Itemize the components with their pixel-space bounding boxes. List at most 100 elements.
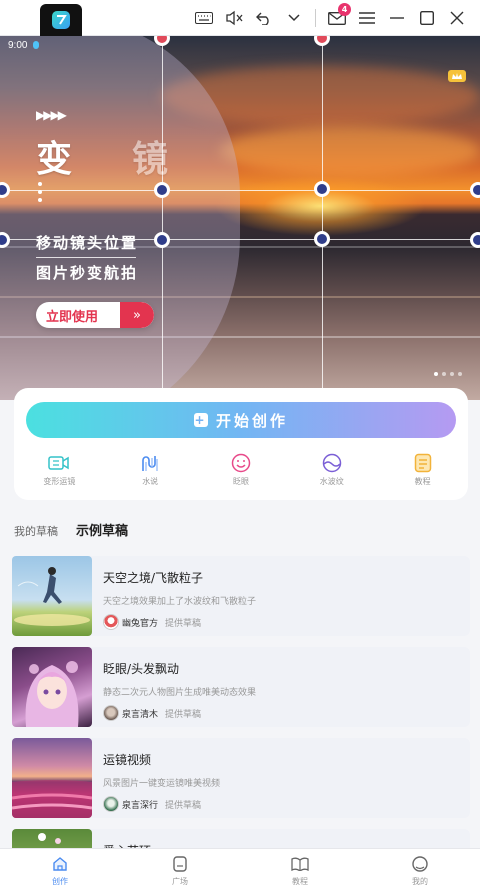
start-create-label: 开始创作: [215, 411, 288, 430]
nav-label: 教程: [292, 877, 308, 886]
create-card: + 开始创作 变形运镜 水说 眨眼 水波纹 教程: [14, 388, 468, 500]
water-wave-icon: [139, 452, 161, 474]
app-logo-icon: [52, 11, 70, 29]
mail-icon[interactable]: 4: [322, 0, 352, 36]
banner-title-char: 变: [36, 139, 133, 180]
square-icon: [171, 855, 189, 873]
tool-blink[interactable]: 眨眼: [196, 452, 287, 492]
status-time: 9:00: [8, 39, 28, 51]
banner-pager: [434, 372, 462, 376]
draft-author: 幽兔官方 提供草稿: [103, 614, 256, 630]
draft-card[interactable]: 眨眼/头发飘动 静态二次元人物图片生成唯美动态效果 泉言清木 提供草稿: [12, 647, 470, 727]
nav-profile[interactable]: 我的: [360, 849, 480, 890]
grid-line: [0, 190, 480, 191]
banner-divider: [36, 257, 136, 258]
avatar: [103, 796, 119, 812]
banner-title: 变镜: [36, 130, 228, 182]
grid-node: [470, 182, 480, 198]
tool-tutorial[interactable]: 教程: [377, 452, 468, 492]
bottom-nav: 创作 广场 教程 我的: [0, 848, 480, 890]
vip-crown-icon[interactable]: [448, 70, 466, 82]
use-now-button[interactable]: 立即使用 »: [36, 302, 154, 328]
plus-icon: +: [193, 413, 208, 427]
start-create-button[interactable]: + 开始创作: [26, 402, 456, 438]
mail-badge: 4: [338, 3, 351, 16]
banner-overlay-shape: [0, 36, 240, 400]
status-bar: 9:00: [0, 36, 480, 54]
tool-row: 变形运镜 水说 眨眼 水波纹 教程: [14, 452, 468, 492]
chevron-down-icon[interactable]: [279, 0, 309, 36]
pager-dot: [450, 372, 454, 376]
tool-label: 水说: [142, 477, 159, 486]
banner-dots: [38, 182, 42, 202]
double-arrow-icon: »: [120, 302, 154, 328]
undo-icon[interactable]: [249, 0, 279, 36]
tool-water[interactable]: 水说: [105, 452, 196, 492]
author-name: 泉言清木: [122, 709, 159, 720]
nav-label: 创作: [52, 877, 68, 886]
author-note: 提供草稿: [165, 800, 202, 811]
maximize-icon[interactable]: [412, 0, 442, 36]
app-tab[interactable]: [40, 4, 82, 36]
tool-label: 水波纹: [319, 477, 344, 486]
grid-node: [314, 231, 330, 247]
book-icon: [291, 855, 309, 873]
camera-move-icon: [48, 452, 70, 474]
minimize-icon[interactable]: [382, 0, 412, 36]
draft-card[interactable]: 运镜视频 风景图片一键变运镜唯美视频 泉言深行 提供草稿: [12, 738, 470, 818]
tool-label: 变形运镜: [43, 477, 76, 486]
avatar: [103, 705, 119, 721]
grid-node: [314, 181, 330, 197]
author-note: 提供草稿: [165, 709, 202, 720]
tab-example-drafts[interactable]: 示例草稿: [76, 520, 128, 539]
close-icon[interactable]: [442, 0, 472, 36]
smile-icon: [230, 452, 252, 474]
avatar: [103, 614, 119, 630]
keyboard-icon[interactable]: [189, 0, 219, 36]
nav-square[interactable]: 广场: [120, 849, 240, 890]
grid-node: [154, 232, 170, 248]
tutorial-icon: [412, 452, 434, 474]
grid-node: [154, 182, 170, 198]
banner-line-1: 移动镜头位置: [36, 234, 139, 252]
banner-title-char: 镜: [132, 139, 229, 180]
author-name: 幽兔官方: [122, 618, 159, 629]
nav-label: 广场: [172, 877, 188, 886]
draft-thumbnail: [12, 556, 92, 636]
grid-line: [162, 36, 163, 400]
draft-thumbnail: [12, 647, 92, 727]
cloud: [220, 126, 480, 176]
tool-camera-move[interactable]: 变形运镜: [14, 452, 105, 492]
draft-author: 泉言清木 提供草稿: [103, 705, 256, 721]
tab-my-drafts[interactable]: 我的草稿: [14, 523, 58, 539]
tool-ripple[interactable]: 水波纹: [286, 452, 377, 492]
banner-arrows: ▶▶▶▶: [36, 108, 67, 122]
emulator-titlebar: 4: [0, 0, 480, 36]
draft-thumbnail: [12, 738, 92, 818]
pager-dot: [434, 372, 438, 376]
nav-tutorial[interactable]: 教程: [240, 849, 360, 890]
draft-author: 泉言深行 提供草稿: [103, 796, 220, 812]
titlebar-divider: [315, 9, 316, 27]
profile-icon: [411, 855, 429, 873]
menu-icon[interactable]: [352, 0, 382, 36]
draft-description: 天空之境效果加上了水波纹和飞散粒子: [103, 597, 257, 607]
draft-description: 风景图片一键变运镜唯美视频: [103, 779, 221, 789]
author-name: 泉言深行: [122, 800, 159, 811]
draft-tabs: 我的草稿 示例草稿: [14, 520, 128, 539]
grid-line: [322, 36, 323, 400]
draft-title: 眨眼/头发飘动: [103, 662, 180, 676]
banner-line-2: 图片秒变航拍: [36, 264, 139, 282]
pager-dot: [458, 372, 462, 376]
pager-dot: [442, 372, 446, 376]
draft-card[interactable]: 天空之境/飞散粒子 天空之境效果加上了水波纹和飞散粒子 幽兔官方 提供草稿: [12, 556, 470, 636]
author-note: 提供草稿: [165, 618, 202, 629]
nav-create[interactable]: 创作: [0, 849, 120, 890]
draft-description: 静态二次元人物图片生成唯美动态效果: [103, 688, 257, 698]
mute-icon[interactable]: [219, 0, 249, 36]
grid-node: [470, 232, 480, 248]
app-frame: 4 ▶▶▶▶ 变镜 移动镜头位置 图片秒变航拍 立即使用 » 9:00 + 开始…: [0, 0, 480, 890]
promo-banner[interactable]: ▶▶▶▶ 变镜 移动镜头位置 图片秒变航拍 立即使用 »: [0, 36, 480, 400]
use-now-label: 立即使用: [46, 309, 99, 325]
home-icon: [51, 855, 69, 873]
